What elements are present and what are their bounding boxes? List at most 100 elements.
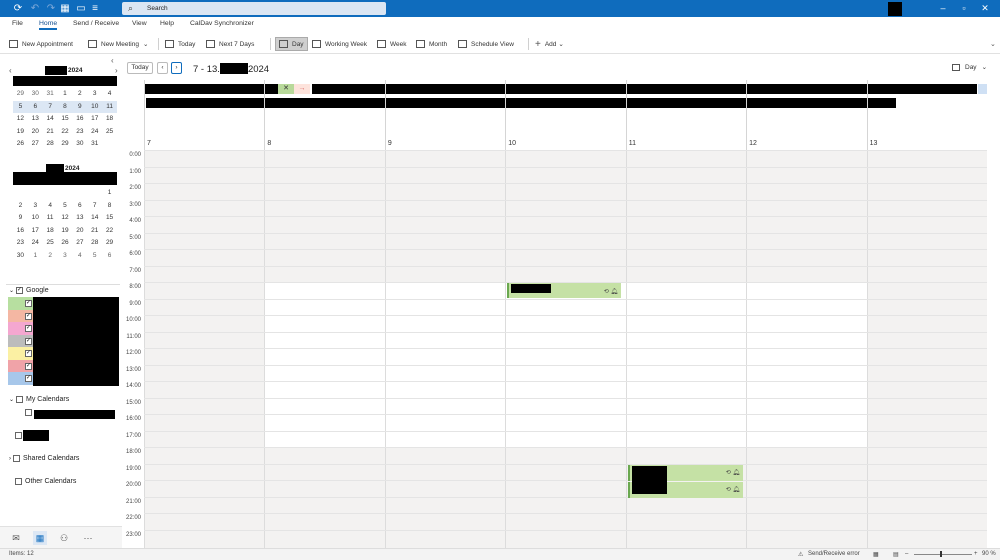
mini-calendar-day[interactable]: 11 — [43, 212, 58, 225]
today-button[interactable]: Today — [165, 37, 195, 51]
mini-calendar-day[interactable]: 26 — [13, 138, 28, 151]
mini-calendar-day[interactable]: 10 — [87, 100, 103, 113]
mini-calendar-day[interactable]: 1 — [102, 187, 117, 200]
mini-calendar-day[interactable]: 5 — [58, 200, 73, 213]
mini-calendar-day[interactable]: 6 — [72, 200, 87, 213]
day-number[interactable]: 7 — [147, 140, 151, 147]
zoom-out-icon[interactable]: – — [905, 551, 908, 557]
day-number[interactable]: 11 — [629, 140, 636, 147]
window-quick-icon[interactable]: ▭ — [74, 2, 88, 15]
other-calendars-group[interactable]: Other Calendars — [15, 478, 76, 485]
calendar-color-swatch[interactable]: ✓ — [8, 297, 33, 310]
mini-calendar-day[interactable]: 25 — [102, 126, 117, 139]
zoom-level[interactable]: 90 % — [982, 551, 996, 557]
mini-calendar-day[interactable]: 30 — [13, 250, 28, 263]
next-7-days-button[interactable]: Next 7 Days — [206, 37, 254, 51]
mini-calendar-day[interactable]: 2 — [72, 88, 87, 101]
people-icon[interactable]: ⚇ — [57, 531, 71, 545]
mini-calendar-day[interactable]: 15 — [58, 113, 73, 126]
mini-calendar-day[interactable]: 13 — [28, 113, 43, 126]
mini-calendar-day[interactable]: 16 — [72, 113, 87, 126]
collapse-pane-icon[interactable]: ‹ — [111, 56, 114, 65]
mini-calendar-day[interactable]: 19 — [58, 225, 73, 238]
mini-calendar-day[interactable]: 14 — [87, 212, 102, 225]
mini-calendar-day[interactable]: 27 — [72, 237, 87, 250]
mini-calendar-day[interactable]: 3 — [58, 250, 73, 263]
maximize-icon[interactable]: ▫ — [957, 2, 971, 15]
day-column[interactable] — [264, 150, 385, 548]
mini-calendar-day[interactable]: 24 — [28, 237, 43, 250]
mini-calendar-day[interactable]: 21 — [87, 225, 102, 238]
checkbox[interactable]: ✓ — [16, 287, 24, 294]
mini-calendar-day[interactable]: 29 — [58, 138, 73, 151]
zoom-slider-thumb[interactable] — [940, 551, 942, 557]
calendar-color-swatch[interactable]: ✓ — [8, 309, 33, 322]
mini-calendar-day[interactable]: 16 — [13, 225, 28, 238]
menu-send-receive[interactable]: Send / Receive — [73, 20, 119, 27]
mini-calendar-day[interactable]: 9 — [72, 100, 88, 113]
mini-calendar-day[interactable] — [13, 187, 28, 200]
calendar-color-swatch[interactable]: ✓ — [8, 347, 33, 360]
checkbox[interactable]: ✓ — [25, 300, 32, 307]
mini-calendar-day[interactable]: 2 — [13, 200, 28, 213]
week-button[interactable]: Week — [377, 37, 407, 51]
mini-calendar-day[interactable]: 12 — [13, 113, 28, 126]
mini-calendar-day[interactable]: 9 — [13, 212, 28, 225]
menu-caldav[interactable]: CalDav Synchronizer — [190, 20, 254, 27]
google-group[interactable]: ⌄ ✓ Google — [9, 287, 49, 294]
mini-calendar-day[interactable]: 7 — [42, 100, 58, 113]
mini-calendar-day[interactable]: 13 — [72, 212, 87, 225]
checkbox[interactable]: ✓ — [25, 337, 32, 345]
zoom-in-icon[interactable]: + — [974, 551, 978, 557]
calendar-event[interactable]: ⟲ 🔔︎ — [507, 283, 621, 298]
mini-calendar-day[interactable]: 3 — [87, 88, 102, 101]
checkbox[interactable] — [25, 409, 32, 416]
mini-calendar-day[interactable]: 31 — [87, 138, 102, 151]
day-column[interactable] — [384, 150, 506, 548]
next-month-icon[interactable]: › — [115, 66, 118, 75]
mini-calendar-day[interactable]: 24 — [87, 126, 102, 139]
month-button[interactable]: Month — [416, 37, 447, 51]
menu-home[interactable]: Home — [39, 20, 58, 30]
mini-calendar-day[interactable]: 25 — [43, 237, 58, 250]
prev-month-icon[interactable]: ‹ — [9, 66, 12, 75]
day-number[interactable]: 12 — [749, 140, 757, 147]
mini-calendar-day[interactable]: 8 — [102, 200, 117, 213]
close-icon[interactable]: ✕ — [278, 84, 294, 94]
checkbox[interactable] — [16, 396, 24, 403]
day-number[interactable]: 9 — [388, 140, 392, 147]
day-column[interactable] — [746, 150, 867, 548]
mini-calendar-day[interactable]: 4 — [102, 88, 117, 101]
mini-calendar-day[interactable] — [43, 187, 58, 200]
mini-calendar-day[interactable]: 22 — [58, 126, 73, 139]
mini-calendar-day[interactable]: 1 — [58, 88, 73, 101]
search-box[interactable]: ⌕ Search — [122, 2, 386, 15]
mini-calendar-day[interactable]: 26 — [58, 237, 73, 250]
normal-view-icon[interactable]: ▦ — [873, 551, 879, 558]
mini-calendar-day[interactable]: 14 — [43, 113, 58, 126]
mini-calendar-day[interactable] — [58, 187, 73, 200]
calendar-quick-icon[interactable]: ▦ — [58, 2, 72, 15]
collapse-ribbon-icon[interactable]: ⌄ — [990, 40, 996, 48]
work-week-button[interactable]: Working Week — [312, 37, 367, 51]
checkbox[interactable] — [15, 478, 22, 485]
mini-calendar-day[interactable]: 20 — [72, 225, 87, 238]
checkbox[interactable]: ✓ — [25, 375, 32, 382]
my-calendars-group[interactable]: ⌄ My Calendars — [9, 396, 69, 403]
mini-calendar-day[interactable]: 4 — [43, 200, 58, 213]
mini-calendar-day[interactable]: 31 — [43, 88, 58, 101]
calendar-module-icon[interactable]: ▦ — [33, 531, 47, 545]
mini-calendar-day[interactable]: 6 — [27, 100, 43, 113]
next-range-button[interactable]: › — [171, 62, 182, 74]
mini-calendar-day[interactable]: 28 — [87, 237, 102, 250]
view-selector[interactable]: Day ⌄ — [952, 63, 987, 71]
calendar-color-swatch[interactable]: ✓ — [8, 372, 33, 385]
time-grid[interactable]: 0:00 1:00 2:00 3:00 4:00 5:00 6:00 7:00 8:00 9:00… — [122, 150, 1000, 548]
add-button[interactable]: + Add ⌄ — [535, 37, 564, 51]
undo-icon[interactable]: ↶ — [28, 2, 42, 15]
mini-calendar-grid[interactable]: 29 30 31 1 2 3 4 5 6 7 8 9 10 11 12 13 14 15 16 17 18 19 20 21 2… — [13, 88, 117, 151]
search-input[interactable]: Search — [147, 2, 168, 15]
mini-calendar-day[interactable]: 17 — [87, 113, 102, 126]
new-appointment-button[interactable]: New Appointment — [9, 37, 73, 51]
day-number[interactable]: 13 — [870, 140, 878, 147]
